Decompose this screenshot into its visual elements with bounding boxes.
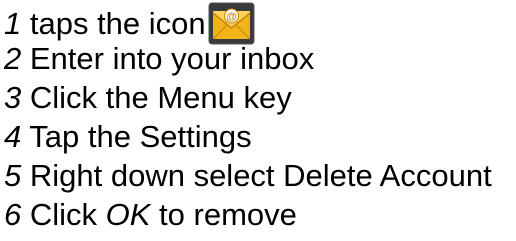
step-5: 5 Right down select Delete Account <box>4 156 492 195</box>
step-number: 4 <box>4 119 22 154</box>
step-text: Right down select Delete Account <box>21 158 492 193</box>
step-number: 1 <box>4 6 22 41</box>
step-text: taps the icon <box>21 6 206 41</box>
instruction-steps: 1 taps the icon @ 2 Enter into your inbo… <box>4 0 492 234</box>
step-text: Enter into your inbox <box>21 41 315 76</box>
step-2: 2 Enter into your inbox <box>4 39 492 78</box>
step-text-after: to remove <box>150 197 297 232</box>
step-number: 5 <box>4 158 22 193</box>
step-number: 3 <box>4 80 22 115</box>
step-4: 4 Tap the Settings <box>4 117 492 156</box>
step-text: Click the Menu key <box>21 80 292 115</box>
step-text: Tap the Settings <box>21 119 252 154</box>
svg-text:@: @ <box>226 11 237 23</box>
step-6: 6 Click OK to remove <box>4 195 492 234</box>
step-text: Click <box>21 197 106 232</box>
step-number: 6 <box>4 197 22 232</box>
step-number: 2 <box>4 41 22 76</box>
step-1: 1 taps the icon @ <box>4 0 492 45</box>
ok-emphasis: OK <box>105 197 151 232</box>
step-3: 3 Click the Menu key <box>4 78 492 117</box>
